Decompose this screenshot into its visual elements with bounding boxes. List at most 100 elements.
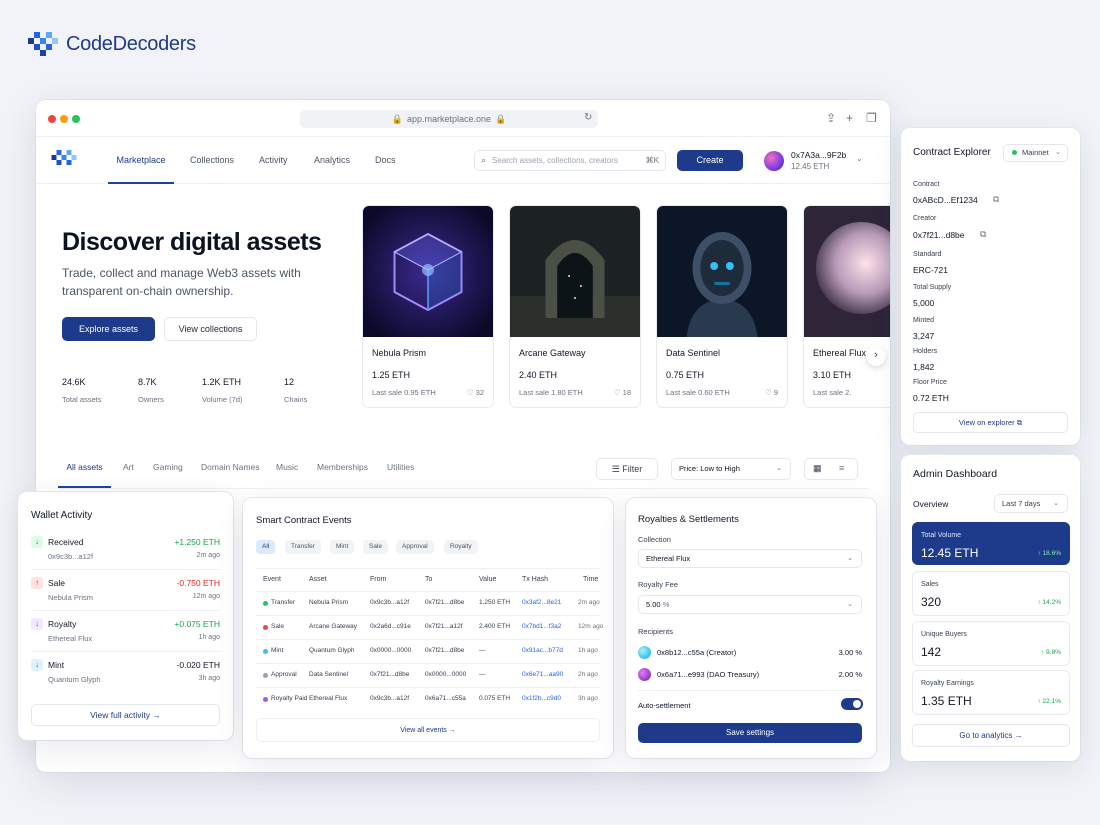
tabs-overview-icon[interactable]: ❐ <box>866 111 877 125</box>
lock-icon: 🔒 <box>391 113 403 124</box>
network-select[interactable]: Mainnet ⌄ <box>1003 144 1068 162</box>
copy-icon[interactable]: ⧉ <box>993 194 999 205</box>
table-cell-hash[interactable]: 0x91ac...b77d <box>522 647 563 654</box>
create-button[interactable]: Create <box>677 150 743 171</box>
table-cell-hash[interactable]: 0x3af2...8e21 <box>522 599 561 606</box>
admin-dashboard-panel: Admin Dashboard Overview Last 7 days ⌄ To… <box>901 455 1080 761</box>
filter-tab-domain-names[interactable]: Domain Names <box>201 462 260 488</box>
metric-label: Sales <box>921 581 939 588</box>
chip-royalty[interactable]: Royalty <box>444 540 478 554</box>
carousel-next-icon[interactable]: › <box>866 346 886 366</box>
metric-card[interactable]: Total Volume 12.45 ETH ↑ 18.6% <box>912 522 1070 565</box>
list-item[interactable]: ↑ Sale Nebula Prism -0.750 ETH 12m ago <box>18 574 233 615</box>
table-cell-value: 1.250 ETH <box>479 599 511 606</box>
chip-sale[interactable]: Sale <box>363 540 389 554</box>
view-full-activity-button[interactable]: View full activity → <box>31 704 220 726</box>
new-tab-icon[interactable]: + <box>846 111 853 125</box>
nft-likes[interactable]: ♡ 18 <box>614 388 631 397</box>
filter-tab-utilities[interactable]: Utilities <box>387 462 414 488</box>
minimize-window-dot[interactable] <box>60 115 68 123</box>
nav-tab-docs[interactable]: Docs <box>375 138 396 184</box>
app-logo-icon[interactable] <box>51 150 77 170</box>
share-icon[interactable]: ⇪ <box>826 111 836 125</box>
url-bar[interactable]: 🔒 app.marketplace.one 🔒 <box>300 110 598 128</box>
metric-card[interactable]: Unique Buyers 142 ↑ 9.8% <box>912 621 1070 666</box>
close-window-dot[interactable] <box>48 115 56 123</box>
network-status-dot <box>1012 150 1017 155</box>
table-cell-from: 0x9c3b...a12f <box>370 599 410 606</box>
brand-name: CodeDecoders <box>66 32 196 55</box>
filter-tab-art[interactable]: Art <box>123 462 134 488</box>
activity-label: Received <box>48 537 84 547</box>
chevron-down-icon[interactable]: ⌄ <box>856 154 863 163</box>
nav-tab-collections[interactable]: Collections <box>190 138 234 184</box>
nav-tab-marketplace[interactable]: Marketplace <box>108 138 174 184</box>
avatar[interactable] <box>764 151 784 171</box>
contract-explorer-panel: Contract Explorer Mainnet ⌄ Contract 0xA… <box>901 128 1080 445</box>
sort-select[interactable]: Price: Low to High ⌄ <box>671 458 791 480</box>
reload-icon[interactable]: ↻ <box>584 112 592 123</box>
collection-select[interactable]: Ethereal Flux ⌄ <box>638 549 862 568</box>
date-range-select[interactable]: Last 7 days ⌄ <box>994 494 1068 513</box>
contract-address: 0xABcD...Ef1234 <box>913 195 978 205</box>
chip-approval[interactable]: Approval <box>396 540 434 554</box>
list-item[interactable]: ↓ Received 0x9c3b...a12f +1.250 ETH 2m a… <box>18 533 233 574</box>
filter-tab-gaming[interactable]: Gaming <box>153 462 183 488</box>
nft-likes[interactable]: ♡ 32 <box>467 388 484 397</box>
nav-tab-activity[interactable]: Activity <box>259 138 288 184</box>
table-cell-hash[interactable]: 0x6e71...aa90 <box>522 671 563 678</box>
filter-label: Filter <box>622 464 643 474</box>
chevron-down-icon: ⌄ <box>1055 149 1061 156</box>
search-icon: ⌕ <box>481 155 487 165</box>
metric-card[interactable]: Royalty Earnings 1.35 ETH ↑ 22.1% <box>912 670 1070 715</box>
list-view-icon[interactable]: ≡ <box>839 463 844 473</box>
nft-image-data-sentinel <box>657 206 787 337</box>
stat-total-assets-label: Total assets <box>62 395 102 404</box>
filter-tab-music[interactable]: Music <box>276 462 298 488</box>
nft-card[interactable]: Data Sentinel 0.75 ETH Last sale 0.60 ET… <box>656 205 788 408</box>
activity-time: 3h ago <box>198 675 220 682</box>
nft-card[interactable]: Nebula Prism 1.25 ETH Last sale 0.95 ETH… <box>362 205 494 408</box>
explore-assets-button[interactable]: Explore assets <box>62 317 155 341</box>
list-item[interactable]: ↓ Royalty Ethereal Flux +0.075 ETH 1h ag… <box>18 615 233 656</box>
field-label: Contract <box>913 181 940 188</box>
chip-all[interactable]: All <box>256 540 276 554</box>
table-cell-time: 12m ago <box>578 623 604 630</box>
filter-tab-memberships[interactable]: Memberships <box>317 462 368 488</box>
nft-card[interactable]: Arcane Gateway 2.40 ETH Last sale 1.80 E… <box>509 205 641 408</box>
nft-likes[interactable]: ♡ 9 <box>765 388 778 397</box>
field-label: Minted <box>913 317 935 324</box>
table-cell-hash[interactable]: 0x1f2b...c9d0 <box>522 695 561 702</box>
field-value: 0.72 ETH <box>913 393 949 403</box>
nft-card[interactable]: Ethereal Flux 3.10 ETH Last sale 2. <box>803 205 890 408</box>
grid-view-icon[interactable]: ▦ <box>813 463 822 474</box>
nft-last-sale: Last sale 1.80 ETH <box>519 388 583 397</box>
likes-count: 18 <box>622 388 631 397</box>
filter-tab-all-assets[interactable]: All assets <box>58 462 111 488</box>
divider <box>31 610 220 611</box>
list-item[interactable]: ↓ Mint Quantum Glyph -0.020 ETH 3h ago <box>18 656 233 697</box>
chip-mint[interactable]: Mint <box>330 540 355 554</box>
col-header-asset: Asset <box>309 576 327 583</box>
divider <box>256 687 600 688</box>
copy-icon[interactable]: ⧉ <box>980 229 986 240</box>
view-collections-button[interactable]: View collections <box>164 317 257 341</box>
search-shortcut: ⌘K <box>645 156 659 165</box>
table-cell-to: 0x6a71...c55a <box>425 695 466 702</box>
auto-settlement-toggle[interactable] <box>841 698 863 710</box>
divider <box>256 663 600 664</box>
field-value: 3,247 <box>913 331 935 341</box>
search-input[interactable]: ⌕ Search assets, collections, creators ⌘… <box>474 150 666 171</box>
nav-tab-analytics[interactable]: Analytics <box>314 138 350 184</box>
table-cell-hash[interactable]: 0x7bd1...f3a2 <box>522 623 561 630</box>
maximize-window-dot[interactable] <box>72 115 80 123</box>
filter-button[interactable]: ☰ Filter <box>596 458 658 480</box>
view-on-explorer-button[interactable]: View on explorer ⧉ <box>913 412 1068 433</box>
lock-icon: 🔒 <box>495 113 507 124</box>
save-settings-button[interactable]: Save settings <box>638 723 862 743</box>
royalty-fee-input[interactable]: 5.00 % ⌄ <box>638 595 862 614</box>
chip-transfer[interactable]: Transfer <box>285 540 321 554</box>
metric-card[interactable]: Sales 320 ↑ 14.2% <box>912 571 1070 616</box>
go-to-analytics-button[interactable]: Go to analytics → <box>912 724 1070 747</box>
view-all-events-button[interactable]: View all events → <box>256 718 600 742</box>
